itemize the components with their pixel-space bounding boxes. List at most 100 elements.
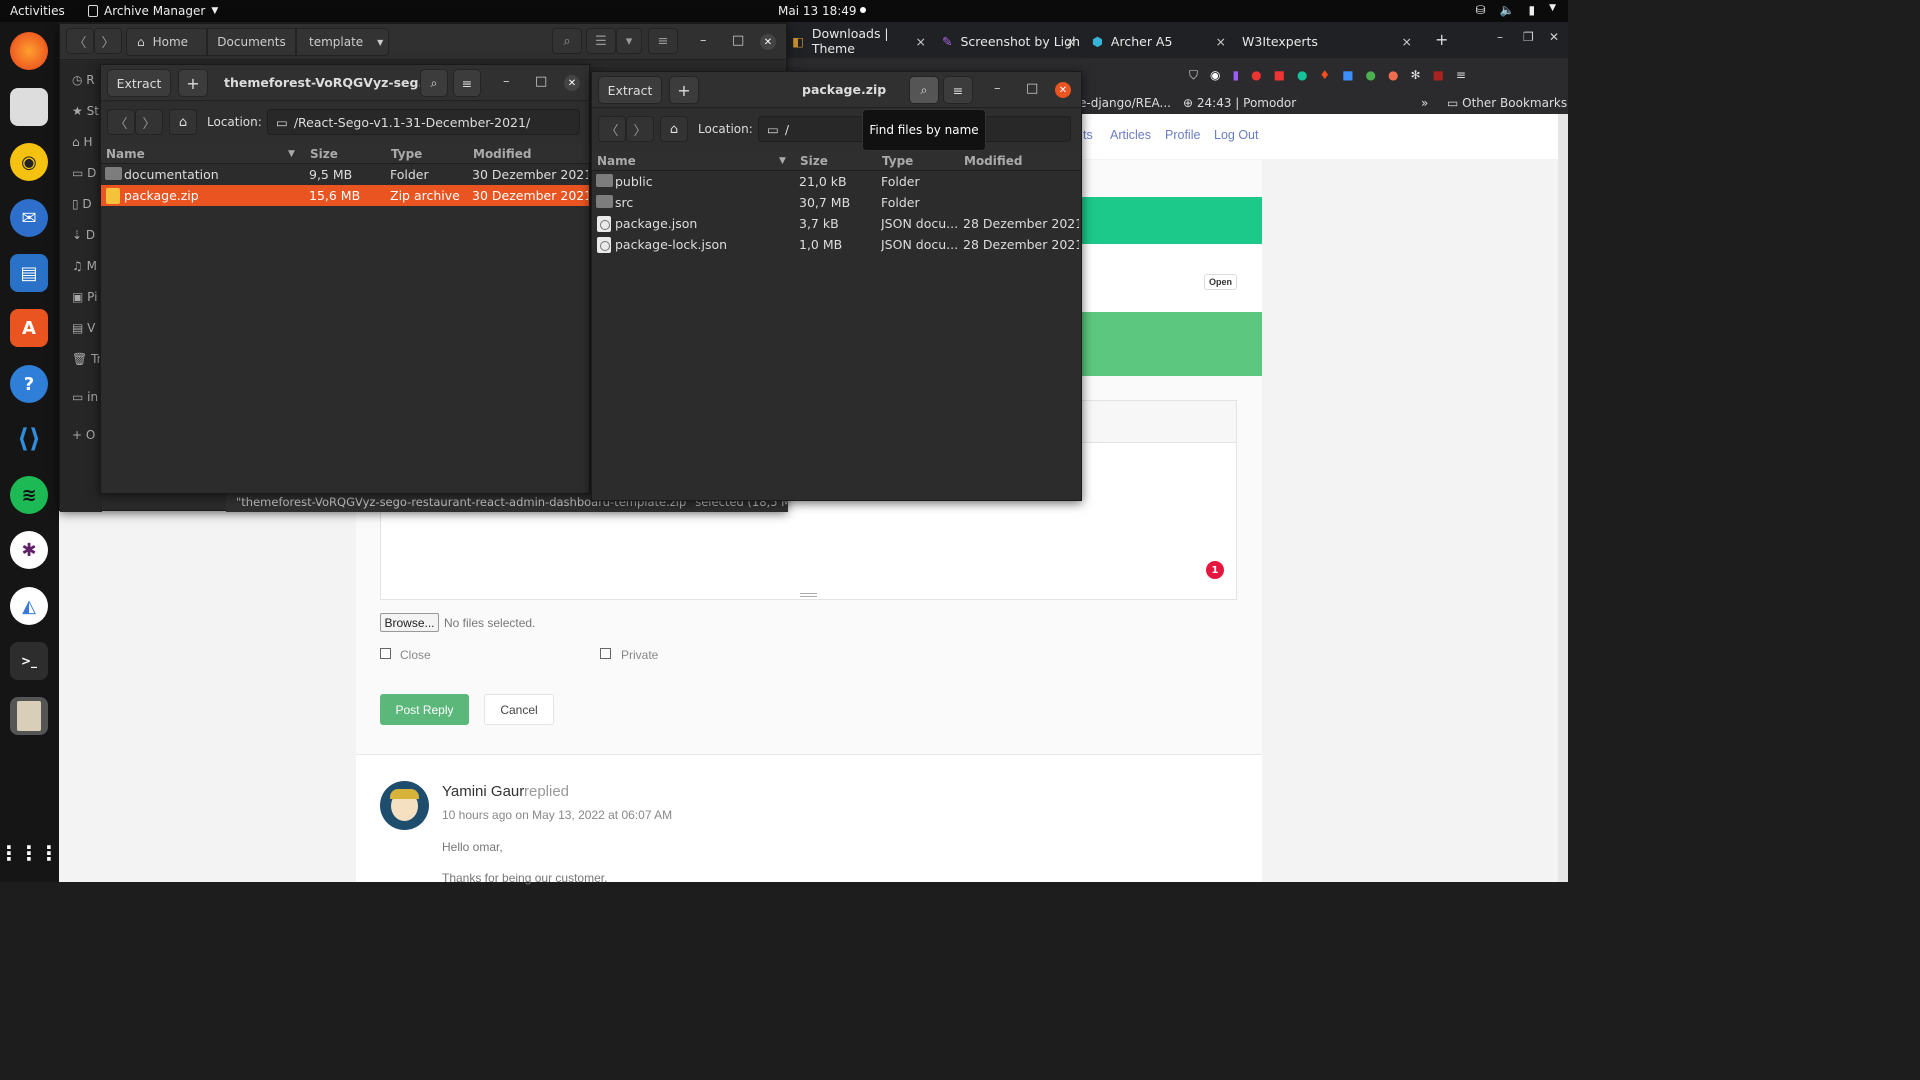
grammarly-icon[interactable]: ● [1297,68,1307,83]
tab-screenshot[interactable]: ✎ Screenshot by Ligh × [934,26,1084,56]
column-modified[interactable]: Modified [964,154,1023,168]
nav-link-articles[interactable]: Articles [1110,128,1151,142]
firefox-icon[interactable] [10,32,48,70]
menu-icon[interactable]: ≡ [943,76,973,104]
starred-icon[interactable]: ★ St [72,104,99,118]
pocket-icon[interactable]: ⛉ [1189,68,1198,83]
post-reply-button[interactable]: Post Reply [380,694,469,725]
notification-badge[interactable]: 1 [1206,561,1224,579]
back-icon[interactable]: 〈 [107,109,135,135]
extension-icon[interactable]: ◉ [1210,68,1220,83]
bookmark-url[interactable]: e-django/REA... [1079,96,1171,110]
terminal-icon[interactable]: >_ [10,642,48,680]
home-icon[interactable]: ⌂ [169,109,197,135]
minimize-icon[interactable]: – [1497,30,1503,44]
nav-link-profile[interactable]: Profile [1165,128,1200,142]
column-size[interactable]: Size [800,154,828,168]
page-scrollbar[interactable] [1558,114,1568,882]
breadcrumb-template[interactable]: template ▼ [296,28,389,56]
minimize-icon[interactable]: – [994,81,1001,96]
add-files-button[interactable]: + [669,76,699,104]
trash-icon[interactable]: 🗑 Tr [72,352,102,366]
thunderbird-icon[interactable]: ✉ [10,199,48,237]
close-icon[interactable]: × [1066,34,1076,49]
tab-archer[interactable]: ⬢ Archer A5 × [1084,26,1234,56]
extension-icon[interactable]: ▮ [1233,68,1240,83]
restore-icon[interactable]: ❐ [1523,30,1534,44]
menu-icon[interactable]: ≡ [453,69,481,97]
folder-icon[interactable]: ▭ in [72,390,98,404]
menu-icon[interactable]: ≡ [1456,68,1466,83]
maximize-icon[interactable]: □ [1026,81,1038,96]
desktop-icon[interactable]: ▭ D [72,166,96,180]
app-menu[interactable]: Archive Manager ▼ [88,4,218,18]
tab-downloads[interactable]: ◧ Downloads | Theme × [784,26,934,56]
extract-button[interactable]: Extract [107,69,171,97]
tab-w3itexperts[interactable]: W3Itexperts × [1234,26,1420,56]
bookmark-pomodoro[interactable]: ⊕ 24:43 | Pomodor [1183,96,1296,110]
music-icon[interactable]: ♫ M [72,259,97,273]
location-field[interactable]: ▭/React-Sego-v1.1-31-December-2021/ [267,109,580,135]
new-tab-button[interactable]: + [1435,30,1448,49]
column-type[interactable]: Type [882,154,913,168]
table-row[interactable]: src 30,7 MB Folder [592,192,1081,213]
add-files-button[interactable]: + [178,69,208,97]
forward-icon[interactable]: 〉 [626,116,654,142]
pictures-icon[interactable]: ▣ Pi [72,290,97,304]
figma-icon[interactable]: ♦ [1319,68,1330,83]
archive-manager-icon[interactable] [10,697,48,735]
downloads-icon[interactable]: ⇣ D [72,228,95,242]
recent-icon[interactable]: ◷ R [72,73,95,87]
show-apps-icon[interactable]: ⋮⋮⋮ [0,834,59,872]
extract-button[interactable]: Extract [598,76,662,104]
close-icon[interactable]: ✕ [1055,82,1071,98]
extension-icon[interactable]: ■ [1342,68,1353,83]
reply-author[interactable]: Yamini Gaur [442,783,524,800]
app-center-icon[interactable]: A [10,309,48,347]
maximize-icon[interactable]: □ [732,33,744,48]
close-icon[interactable]: × [1402,34,1412,49]
other-locations-icon[interactable]: + O [72,428,95,442]
minimize-icon[interactable]: – [503,74,510,89]
documents-icon[interactable]: ▯ D [72,197,92,211]
table-row[interactable]: package.json 3,7 kB JSON docu... 28 Deze… [592,213,1081,234]
home-icon[interactable]: ⌂ H [72,135,92,149]
table-row[interactable]: package.zip 15,6 MB Zip archive 30 Dezem… [101,185,589,206]
nav-link[interactable]: ts [1083,128,1093,142]
forward-icon[interactable]: 〉 [135,109,163,135]
spotify-icon[interactable]: ≋ [10,476,48,514]
activities-button[interactable]: Activities [10,4,65,18]
help-icon[interactable]: ? [10,365,48,403]
cancel-button[interactable]: Cancel [484,694,554,725]
rhythmbox-icon[interactable]: ◉ [10,143,48,181]
back-icon[interactable]: 〈 [598,116,626,142]
slack-icon[interactable]: ✱ [10,531,48,569]
column-type[interactable]: Type [391,147,422,161]
close-icon[interactable]: ✕ [564,75,580,91]
close-checkbox[interactable] [380,648,391,659]
close-icon[interactable]: ✕ [760,34,776,50]
android-studio-icon[interactable]: ◭ [10,587,48,625]
breadcrumb-home[interactable]: ⌂ Home [126,28,207,56]
home-icon[interactable]: ⌂ [660,116,688,142]
extension-icon[interactable]: ✻ [1411,68,1421,83]
extension-icon[interactable]: ● [1251,68,1261,83]
sort-down-icon[interactable]: ▼ [288,149,295,159]
table-row[interactable]: package-lock.json 1,0 MB JSON docu... 28… [592,234,1081,255]
table-row[interactable]: public 21,0 kB Folder [592,171,1081,192]
sort-down-icon[interactable]: ▼ [779,156,786,166]
close-icon[interactable]: ✕ [1549,30,1559,44]
forward-icon[interactable]: 〉 [94,28,122,54]
videos-icon[interactable]: ▤ V [72,321,95,335]
maximize-icon[interactable]: □ [535,74,547,89]
resize-handle[interactable] [800,593,817,597]
extension-icon[interactable]: ● [1366,68,1376,83]
view-list-icon[interactable]: ☰ [586,28,616,54]
breadcrumb-documents[interactable]: Documents [207,28,296,56]
minimize-icon[interactable]: – [700,33,707,48]
chevron-down-icon[interactable]: ▾ [616,28,642,54]
private-checkbox[interactable] [600,648,611,659]
close-icon[interactable]: × [916,34,926,49]
back-icon[interactable]: 〈 [66,28,94,54]
column-name[interactable]: Name [106,147,145,161]
